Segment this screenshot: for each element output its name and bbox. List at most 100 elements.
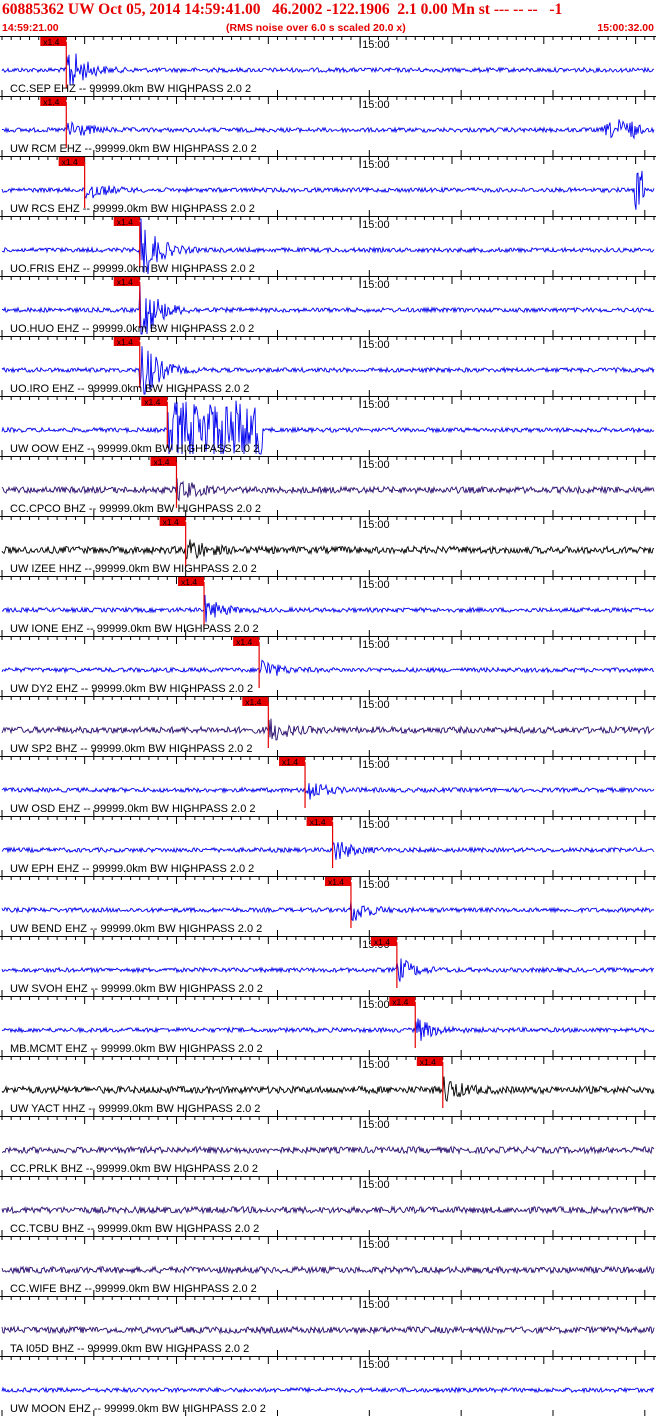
station-label: UW OOW EHZ -- 99999.0km BW HIGHPASS 2.0 … (10, 443, 259, 455)
waveform (1, 1018, 655, 1041)
station-label: CC.CPCO BHZ -- 99999.0km BW HIGHPASS 2.0… (10, 503, 261, 515)
start-time: 14:59:21.00 (2, 22, 59, 34)
pick-label: x1.4 (153, 457, 169, 467)
trace-row: 15:00 x1.4 CC.SEP EHZ -- 99999.0km BW HIGH… (0, 36, 656, 96)
trace-row: 15:00 CC.PRLK BHZ -- 99999.0km BW HIGHPAS… (0, 1116, 656, 1176)
time-marker-label: 15:00 (362, 999, 390, 1011)
trace-row: 15:00 x1.4 UW OOW EHZ -- 99999.0km BW HIGH… (0, 396, 656, 456)
waveform (1, 659, 655, 676)
time-marker-label: 15:00 (362, 639, 390, 651)
time-marker-label: 15:00 (362, 159, 390, 171)
time-marker-label: 15:00 (362, 879, 390, 891)
station-label: UW IONE EHZ -- 99999.0km BW HIGHPASS 2.0… (10, 623, 259, 635)
waveform (1, 718, 655, 741)
trace-row: 15:00 UW MOON EHZ -- 99999.0km BW HIGHPAS… (0, 1356, 656, 1416)
time-marker-label: 15:00 (362, 399, 390, 411)
station-label: MB.MCMT EHZ -- 99999.0km BW HIGHPASS 2.0… (10, 1043, 263, 1055)
time-marker-label: 15:00 (362, 519, 390, 531)
station-label: UO.FRIS EHZ -- 99999.0km BW HIGHPASS 2.0… (10, 263, 255, 275)
station-label: UW SVOH EHZ -- 99999.0km BW HIGHPASS 2.0… (10, 983, 263, 995)
waveform (1, 1325, 655, 1335)
pick-label: x1.4 (117, 337, 133, 347)
waveform (1, 1386, 655, 1394)
station-label: CC.PRLK BHZ -- 99999.0km BW HIGHPASS 2.0… (10, 1163, 258, 1175)
station-label: UW OSD EHZ -- 99999.0km BW HIGHPASS 2.0 … (10, 803, 256, 815)
pick-label: x1.4 (62, 157, 78, 167)
waveform (1, 539, 655, 560)
noise-note: (RMS noise over 6.0 s scaled 20.0 x) (226, 22, 406, 34)
station-label: UW YACT HHZ -- 99999.0km BW HIGHPASS 2.0… (10, 1103, 260, 1115)
trace-row: 15:00 x1.4 UW IONE EHZ -- 99999.0km BW HIG… (0, 576, 656, 636)
station-label: UW IZEE HHZ -- 99999.0km BW HIGHPASS 2.0… (10, 563, 257, 575)
pick-label: x1.4 (236, 637, 252, 647)
waveform (1, 1076, 655, 1102)
station-label: UO.HUO EHZ -- 99999.0km BW HIGHPASS 2.0 … (10, 323, 254, 335)
time-marker-label: 15:00 (362, 1059, 390, 1071)
event-title: 60885362 UW Oct 05, 2014 14:59:41.00 46.… (2, 1, 563, 18)
waveform (1, 53, 655, 86)
trace-row: 15:00 CC.TCBU BHZ -- 99999.0km BW HIGHPAS… (0, 1176, 656, 1236)
pick-label: x1.4 (144, 397, 160, 407)
trace-row: 15:00 x1.4 UW IZEE HHZ -- 99999.0km BW HIG… (0, 516, 656, 576)
seismogram-panel: 15:00x1.4CC.SEP EHZ -- 99999.0km BW HIGH… (0, 36, 656, 1416)
trace-row: 15:00 TA I05D BHZ -- 99999.0km BW HIGHPAS… (0, 1296, 656, 1356)
trace-row: 15:00 x1.4 MB.MCMT EHZ -- 99999.0km BW HIG… (0, 996, 656, 1056)
pick-label: x1.4 (282, 757, 298, 767)
pick-label: x1.4 (163, 517, 179, 527)
waveform (2, 594, 655, 623)
waveform (1, 1145, 655, 1155)
trace-row: 15:00 x1.4 UW RCS EHZ -- 99999.0km BW HIGH… (0, 156, 656, 216)
time-marker-label: 15:00 (362, 459, 390, 471)
pick-label: x1.4 (374, 937, 390, 947)
time-marker-label: 15:00 (362, 1359, 390, 1371)
station-label: TA I05D BHZ -- 99999.0km BW HIGHPASS 2.0… (10, 1343, 249, 1355)
time-marker-label: 15:00 (362, 1299, 390, 1311)
time-marker-label: 15:00 (362, 1119, 390, 1131)
trace-row: 15:00 x1.4 UW BEND EHZ -- 99999.0km BW HIG… (0, 876, 656, 936)
trace-row: 15:00 x1.4 UW SP2 BHZ -- 99999.0km BW HIGH… (0, 696, 656, 756)
trace-row: 15:00 x1.4 UW YACT HHZ -- 99999.0km BW HIG… (0, 1056, 656, 1116)
station-label: UW DY2 EHZ -- 99999.0km BW HIGHPASS 2.0 … (10, 683, 253, 695)
time-marker-label: 15:00 (362, 819, 390, 831)
waveform (1, 1265, 655, 1275)
trace-row: 15:00 x1.4 UW DY2 EHZ -- 99999.0km BW HIGH… (0, 636, 656, 696)
pick-label: x1.4 (43, 97, 59, 107)
trace-row: 15:00 x1.4 CC.CPCO BHZ -- 99999.0km BW HIG… (0, 456, 656, 516)
waveform (1, 478, 655, 502)
plot-header: 60885362 UW Oct 05, 2014 14:59:41.00 46.… (0, 0, 656, 36)
station-label: UW RCM EHZ -- 99999.0km BW HIGHPASS 2.0 … (10, 143, 257, 155)
waveform (1, 900, 655, 922)
station-label: UW SP2 BHZ -- 99999.0km BW HIGHPASS 2.0 … (10, 743, 252, 755)
pick-label: x1.4 (181, 577, 197, 587)
station-label: UW RCS EHZ -- 99999.0km BW HIGHPASS 2.0 … (10, 203, 255, 215)
waveform (1, 841, 655, 860)
time-marker-label: 15:00 (362, 279, 390, 291)
trace-row: 15:00 CC.WIFE BHZ -- 99999.0km BW HIGHPAS… (0, 1236, 656, 1296)
pick-label: x1.4 (117, 217, 133, 227)
trace-row: 15:00 x1.4 UW EPH EHZ -- 99999.0km BW HIGH… (0, 816, 656, 876)
station-label: UO.IRO EHZ -- 99999.0km BW HIGHPASS 2.0 … (10, 383, 249, 395)
station-label: UW MOON EHZ -- 99999.0km BW HIGHPASS 2.0… (10, 1403, 266, 1415)
time-marker-label: 15:00 (362, 759, 390, 771)
trace-row: 15:00 x1.4 UW OSD EHZ -- 99999.0km BW HIGH… (0, 756, 656, 816)
station-label: UW BEND EHZ -- 99999.0km BW HIGHPASS 2.0… (10, 923, 262, 935)
pick-label: x1.4 (420, 1057, 436, 1067)
station-label: CC.WIFE BHZ -- 99999.0km BW HIGHPASS 2.0… (10, 1283, 257, 1295)
time-marker-label: 15:00 (362, 339, 390, 351)
time-marker-label: 15:00 (362, 579, 390, 591)
waveform (1, 958, 655, 982)
time-marker-label: 15:00 (362, 1179, 390, 1191)
time-marker-label: 15:00 (362, 1239, 390, 1251)
station-label: CC.TCBU BHZ -- 99999.0km BW HIGHPASS 2.0… (10, 1223, 259, 1235)
pick-label: x1.4 (328, 877, 344, 887)
station-label: CC.SEP EHZ -- 99999.0km BW HIGHPASS 2.0 … (10, 83, 251, 95)
pick-label: x1.4 (310, 817, 326, 827)
trace-row: 15:00 x1.4 UO.HUO EHZ -- 99999.0km BW HIGH… (0, 276, 656, 336)
trace-row: 15:00 x1.4 UW RCM EHZ -- 99999.0km BW HIGH… (0, 96, 656, 156)
pick-label: x1.4 (392, 997, 408, 1007)
waveform (1, 119, 655, 140)
pick-label: x1.4 (117, 277, 133, 287)
waveform (1, 1205, 655, 1215)
end-time: 15:00:32.00 (597, 22, 654, 34)
trace-row: 15:00x1.4UW SVOH EHZ -- 99999.0km BW HIG… (0, 936, 656, 996)
